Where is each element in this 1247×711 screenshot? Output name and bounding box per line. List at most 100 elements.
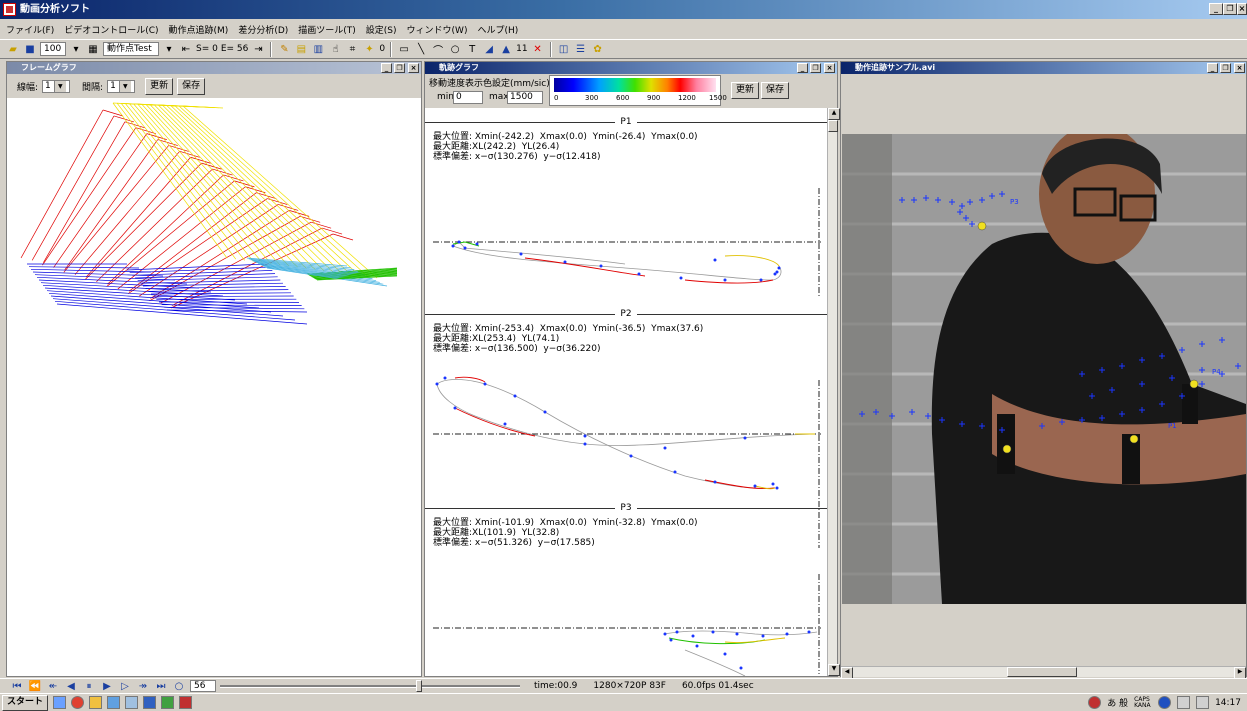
point-marker-icon[interactable]: ✦ <box>362 42 376 56</box>
first-frame-icon[interactable]: ⏮ <box>10 679 24 693</box>
open-folder-icon[interactable]: ▰ <box>6 42 20 56</box>
tray-security-icon[interactable] <box>1088 696 1102 709</box>
mode-select[interactable]: 動作点Test <box>103 42 159 56</box>
menu-item-0[interactable]: ファイル(F) <box>6 23 54 36</box>
ime-indicator[interactable]: あ 般 <box>1107 696 1128 709</box>
line-icon[interactable]: ╲ <box>414 42 428 56</box>
save-disk-icon[interactable]: ■ <box>23 42 37 56</box>
max-input[interactable]: 1500 <box>507 91 543 104</box>
tray-volume-icon[interactable] <box>1196 696 1210 709</box>
dropdown-arrow-icon[interactable]: ▾ <box>69 42 83 56</box>
crop-icon[interactable]: ⌗ <box>345 42 359 56</box>
last-frame-icon[interactable]: ⏭ <box>154 679 168 693</box>
trajectory-vertical-scrollbar[interactable]: ▲ ▼ <box>827 108 840 676</box>
pencil-icon[interactable]: ✎ <box>277 42 291 56</box>
folder-icon[interactable] <box>89 696 103 709</box>
menu-item-7[interactable]: ヘルプ(H) <box>477 23 518 36</box>
scale-tick-label: 1200 <box>678 94 696 102</box>
text-tool-icon[interactable]: T <box>465 42 479 56</box>
step-back-icon[interactable]: ↞ <box>46 679 60 693</box>
start-button[interactable]: スタート <box>2 694 49 711</box>
frame-slider-thumb[interactable] <box>416 680 422 692</box>
trajectory-update-button[interactable]: 更新 <box>731 82 760 99</box>
trajectory-close-button[interactable]: × <box>824 63 835 73</box>
prev-frame-icon[interactable]: ◀ <box>64 679 78 693</box>
menu-item-6[interactable]: ウィンドウ(W) <box>407 23 468 36</box>
frame-number-input[interactable]: 56 <box>190 680 216 692</box>
video-close-button[interactable]: × <box>1234 63 1245 73</box>
frame-minimize-button[interactable]: _ <box>381 63 392 73</box>
export-icon[interactable]: ⇥ <box>251 42 265 56</box>
chevron-down-icon: ▼ <box>118 80 131 92</box>
font-size: 11 <box>516 44 528 54</box>
help-icon[interactable] <box>1158 696 1172 709</box>
fast-rewind-icon[interactable]: ⏪ <box>28 679 42 693</box>
line-width-select[interactable]: 1 ▼ <box>42 79 71 93</box>
scroll-down-arrow-icon[interactable]: ▼ <box>828 664 840 676</box>
frame-slider[interactable] <box>220 680 520 692</box>
ie-browser-icon[interactable] <box>53 696 67 709</box>
window-title: 動画分析ソフト <box>20 4 90 15</box>
frame-update-button[interactable]: 更新 <box>145 77 174 95</box>
video-minimize-button[interactable]: _ <box>1207 63 1218 73</box>
pause-icon[interactable]: ⏸ <box>82 679 96 693</box>
scroll-thumb[interactable] <box>1007 667 1077 677</box>
play-icon[interactable]: ▶ <box>100 679 114 693</box>
circle-icon[interactable]: ○ <box>448 42 462 56</box>
scroll-thumb[interactable] <box>828 120 838 132</box>
chrome-icon[interactable] <box>71 696 85 709</box>
line-color-icon[interactable]: ◢ <box>482 42 496 56</box>
interval-select[interactable]: 1 ▼ <box>107 79 136 93</box>
hand-icon[interactable]: ☝ <box>328 42 342 56</box>
zoom-select[interactable]: 100 <box>40 42 66 56</box>
grid-icon[interactable]: ▦ <box>86 42 100 56</box>
frame-save-button[interactable]: 保存 <box>177 77 206 95</box>
trajectory-save-button[interactable]: 保存 <box>761 82 790 99</box>
tray-network-icon[interactable] <box>1177 696 1191 709</box>
step-forward-icon[interactable]: ↠ <box>136 679 150 693</box>
delete-icon[interactable]: ✕ <box>531 42 545 56</box>
window-icon[interactable] <box>125 696 139 709</box>
video-app-task-icon[interactable] <box>179 696 193 709</box>
word-icon[interactable] <box>143 696 157 709</box>
arc-icon[interactable]: ⌒ <box>431 42 445 57</box>
trajectory-minimize-button[interactable]: _ <box>797 63 808 73</box>
menu-item-5[interactable]: 設定(S) <box>366 23 397 36</box>
clock: 14:17 <box>1215 697 1241 708</box>
s-value: S= 0 <box>196 44 218 54</box>
restore-button[interactable]: ❐ <box>1223 3 1237 15</box>
frame-step-icon[interactable]: ⇤ <box>179 42 193 56</box>
document-icon[interactable]: ▤ <box>294 42 308 56</box>
rectangle-icon[interactable]: ▭ <box>397 42 411 56</box>
close-button[interactable]: × <box>1237 3 1247 15</box>
menu-item-3[interactable]: 差分分析(D) <box>238 23 288 36</box>
min-input[interactable]: 0 <box>453 91 483 104</box>
frame-close-button[interactable]: × <box>408 63 419 73</box>
fill-color-icon[interactable]: ▲ <box>499 42 513 56</box>
settings-gear-icon[interactable]: ✿ <box>591 42 605 56</box>
trajectory-restore-button[interactable]: ❐ <box>810 63 821 73</box>
chart-icon[interactable]: ▥ <box>311 42 325 56</box>
app-task-icon[interactable] <box>161 696 175 709</box>
p3-trajectory-plot <box>433 574 821 676</box>
next-frame-icon[interactable]: ▷ <box>118 679 132 693</box>
scale-tick-label: 300 <box>585 94 599 102</box>
scroll-up-arrow-icon[interactable]: ▲ <box>828 108 840 120</box>
menu-item-2[interactable]: 動作点追跡(M) <box>169 23 229 36</box>
window-title-bar: 動画分析ソフト <box>0 0 1247 19</box>
menu-item-1[interactable]: ビデオコントロール(C) <box>64 23 158 36</box>
chevron-down-icon: ▼ <box>53 80 66 92</box>
video-restore-button[interactable]: ❐ <box>1220 63 1231 73</box>
frame-restore-button[interactable]: ❐ <box>394 63 405 73</box>
dropdown-arrow-icon[interactable]: ▾ <box>162 42 176 56</box>
menu-item-4[interactable]: 描画ツール(T) <box>298 23 356 36</box>
mail-icon[interactable] <box>107 696 121 709</box>
minimize-button[interactable]: _ <box>1209 3 1223 15</box>
video-horizontal-scrollbar[interactable]: ◀ ▶ <box>841 666 1246 679</box>
playback-bar: ⏮ ⏪ ↞ ◀ ⏸ ▶ ▷ ↠ ⏭ ○ 56 time:00.9 1280×72… <box>0 678 1247 693</box>
tile-icon[interactable]: ◫ <box>557 42 571 56</box>
list-icon[interactable]: ☰ <box>574 42 588 56</box>
p3-std-deviation: 標準偏差: x−σ(51.326) y−σ(17.585) <box>433 538 595 548</box>
taskbar: スタート あ 般 CAPS KANA 14:17 <box>0 693 1247 711</box>
loop-icon[interactable]: ○ <box>172 679 186 693</box>
